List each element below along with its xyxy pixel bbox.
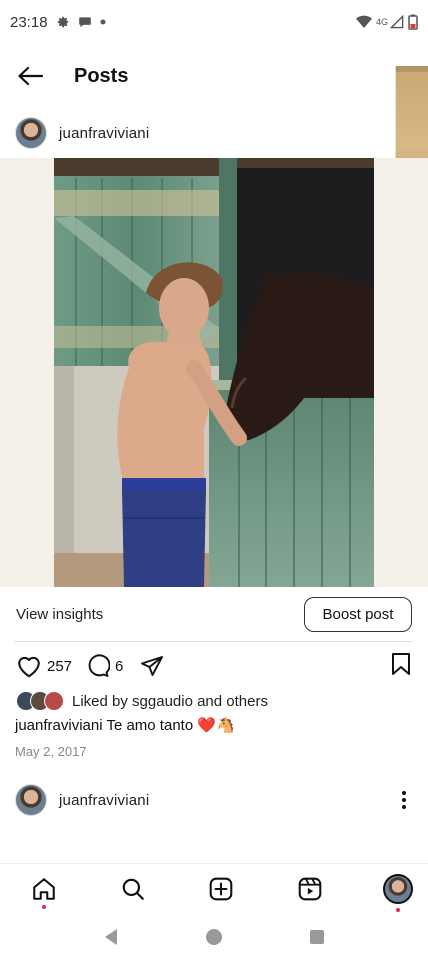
more-options-button[interactable] [394, 785, 414, 815]
top-app-bar: Posts [0, 50, 395, 102]
network-type: 4G [375, 17, 388, 27]
caption-username[interactable]: juanfraviviani [15, 717, 103, 734]
signal-icon [390, 15, 404, 29]
insights-row: View insights Boost post [0, 594, 428, 634]
heart-icon [18, 656, 40, 678]
more-vertical-icon [402, 791, 406, 809]
nav-create[interactable] [205, 869, 237, 909]
nav-profile[interactable] [382, 869, 414, 912]
home-icon [33, 877, 55, 900]
comment-button[interactable]: 6 [86, 654, 123, 678]
status-bar: 23:18 4G [0, 0, 428, 44]
nav-reels[interactable] [294, 869, 326, 909]
view-insights-link[interactable]: View insights [16, 606, 103, 623]
author-username[interactable]: juanfraviviani [59, 125, 149, 142]
author-avatar[interactable] [15, 117, 47, 149]
likes-count[interactable]: 257 [47, 658, 72, 675]
liked-by-text[interactable]: Liked by sggaudio and others [72, 693, 268, 710]
chat-bubble-icon [78, 15, 92, 29]
system-navigation [0, 913, 428, 960]
system-home-button[interactable] [202, 925, 226, 949]
like-button[interactable]: 257 [16, 654, 72, 678]
liker-avatar [44, 691, 64, 711]
square-recents-icon [309, 929, 324, 944]
post-actions: 257 6 [0, 648, 428, 684]
next-post-author-row[interactable]: juanfraviviani [0, 778, 428, 822]
arrow-left-icon [18, 66, 43, 86]
create-icon [209, 877, 233, 900]
home-notification-dot [42, 904, 46, 909]
share-button[interactable] [139, 654, 165, 678]
comments-count[interactable]: 6 [115, 658, 123, 675]
system-recents-button[interactable] [305, 925, 329, 949]
bottom-navigation [0, 863, 428, 913]
caption-text: Te amo tanto ❤️🐴 [106, 717, 235, 734]
comment-icon [88, 654, 111, 677]
search-icon [122, 878, 144, 900]
liked-by-row[interactable]: Liked by sggaudio and others [16, 690, 268, 712]
reels-icon [298, 877, 321, 900]
system-back-button[interactable] [99, 925, 123, 949]
post-author-row[interactable]: juanfraviviani [0, 108, 395, 158]
post-media-container [0, 158, 428, 587]
send-icon [141, 656, 164, 676]
nav-home[interactable] [28, 869, 60, 909]
settings-icon [56, 15, 70, 29]
post-photo[interactable] [54, 158, 374, 587]
divider [14, 641, 412, 642]
profile-notification-dot [396, 907, 400, 912]
next-author-username[interactable]: juanfraviviani [59, 792, 149, 809]
back-button[interactable] [10, 56, 50, 96]
status-time: 23:18 [10, 13, 48, 31]
nav-search[interactable] [117, 869, 149, 909]
save-button[interactable] [390, 652, 412, 681]
triangle-back-icon [105, 928, 118, 945]
wifi-icon [355, 15, 372, 29]
circle-home-icon [205, 928, 222, 945]
page-title: Posts [74, 64, 129, 87]
post-caption: juanfraviviani Te amo tanto ❤️🐴 [15, 716, 235, 734]
battery-icon [408, 14, 418, 30]
notification-dot-icon [100, 19, 106, 25]
post-date: May 2, 2017 [15, 744, 87, 759]
liker-avatars [16, 691, 66, 711]
boost-post-button[interactable]: Boost post [304, 596, 412, 632]
bookmark-icon [392, 652, 410, 675]
profile-avatar[interactable] [383, 873, 413, 904]
next-author-avatar[interactable] [15, 784, 47, 816]
